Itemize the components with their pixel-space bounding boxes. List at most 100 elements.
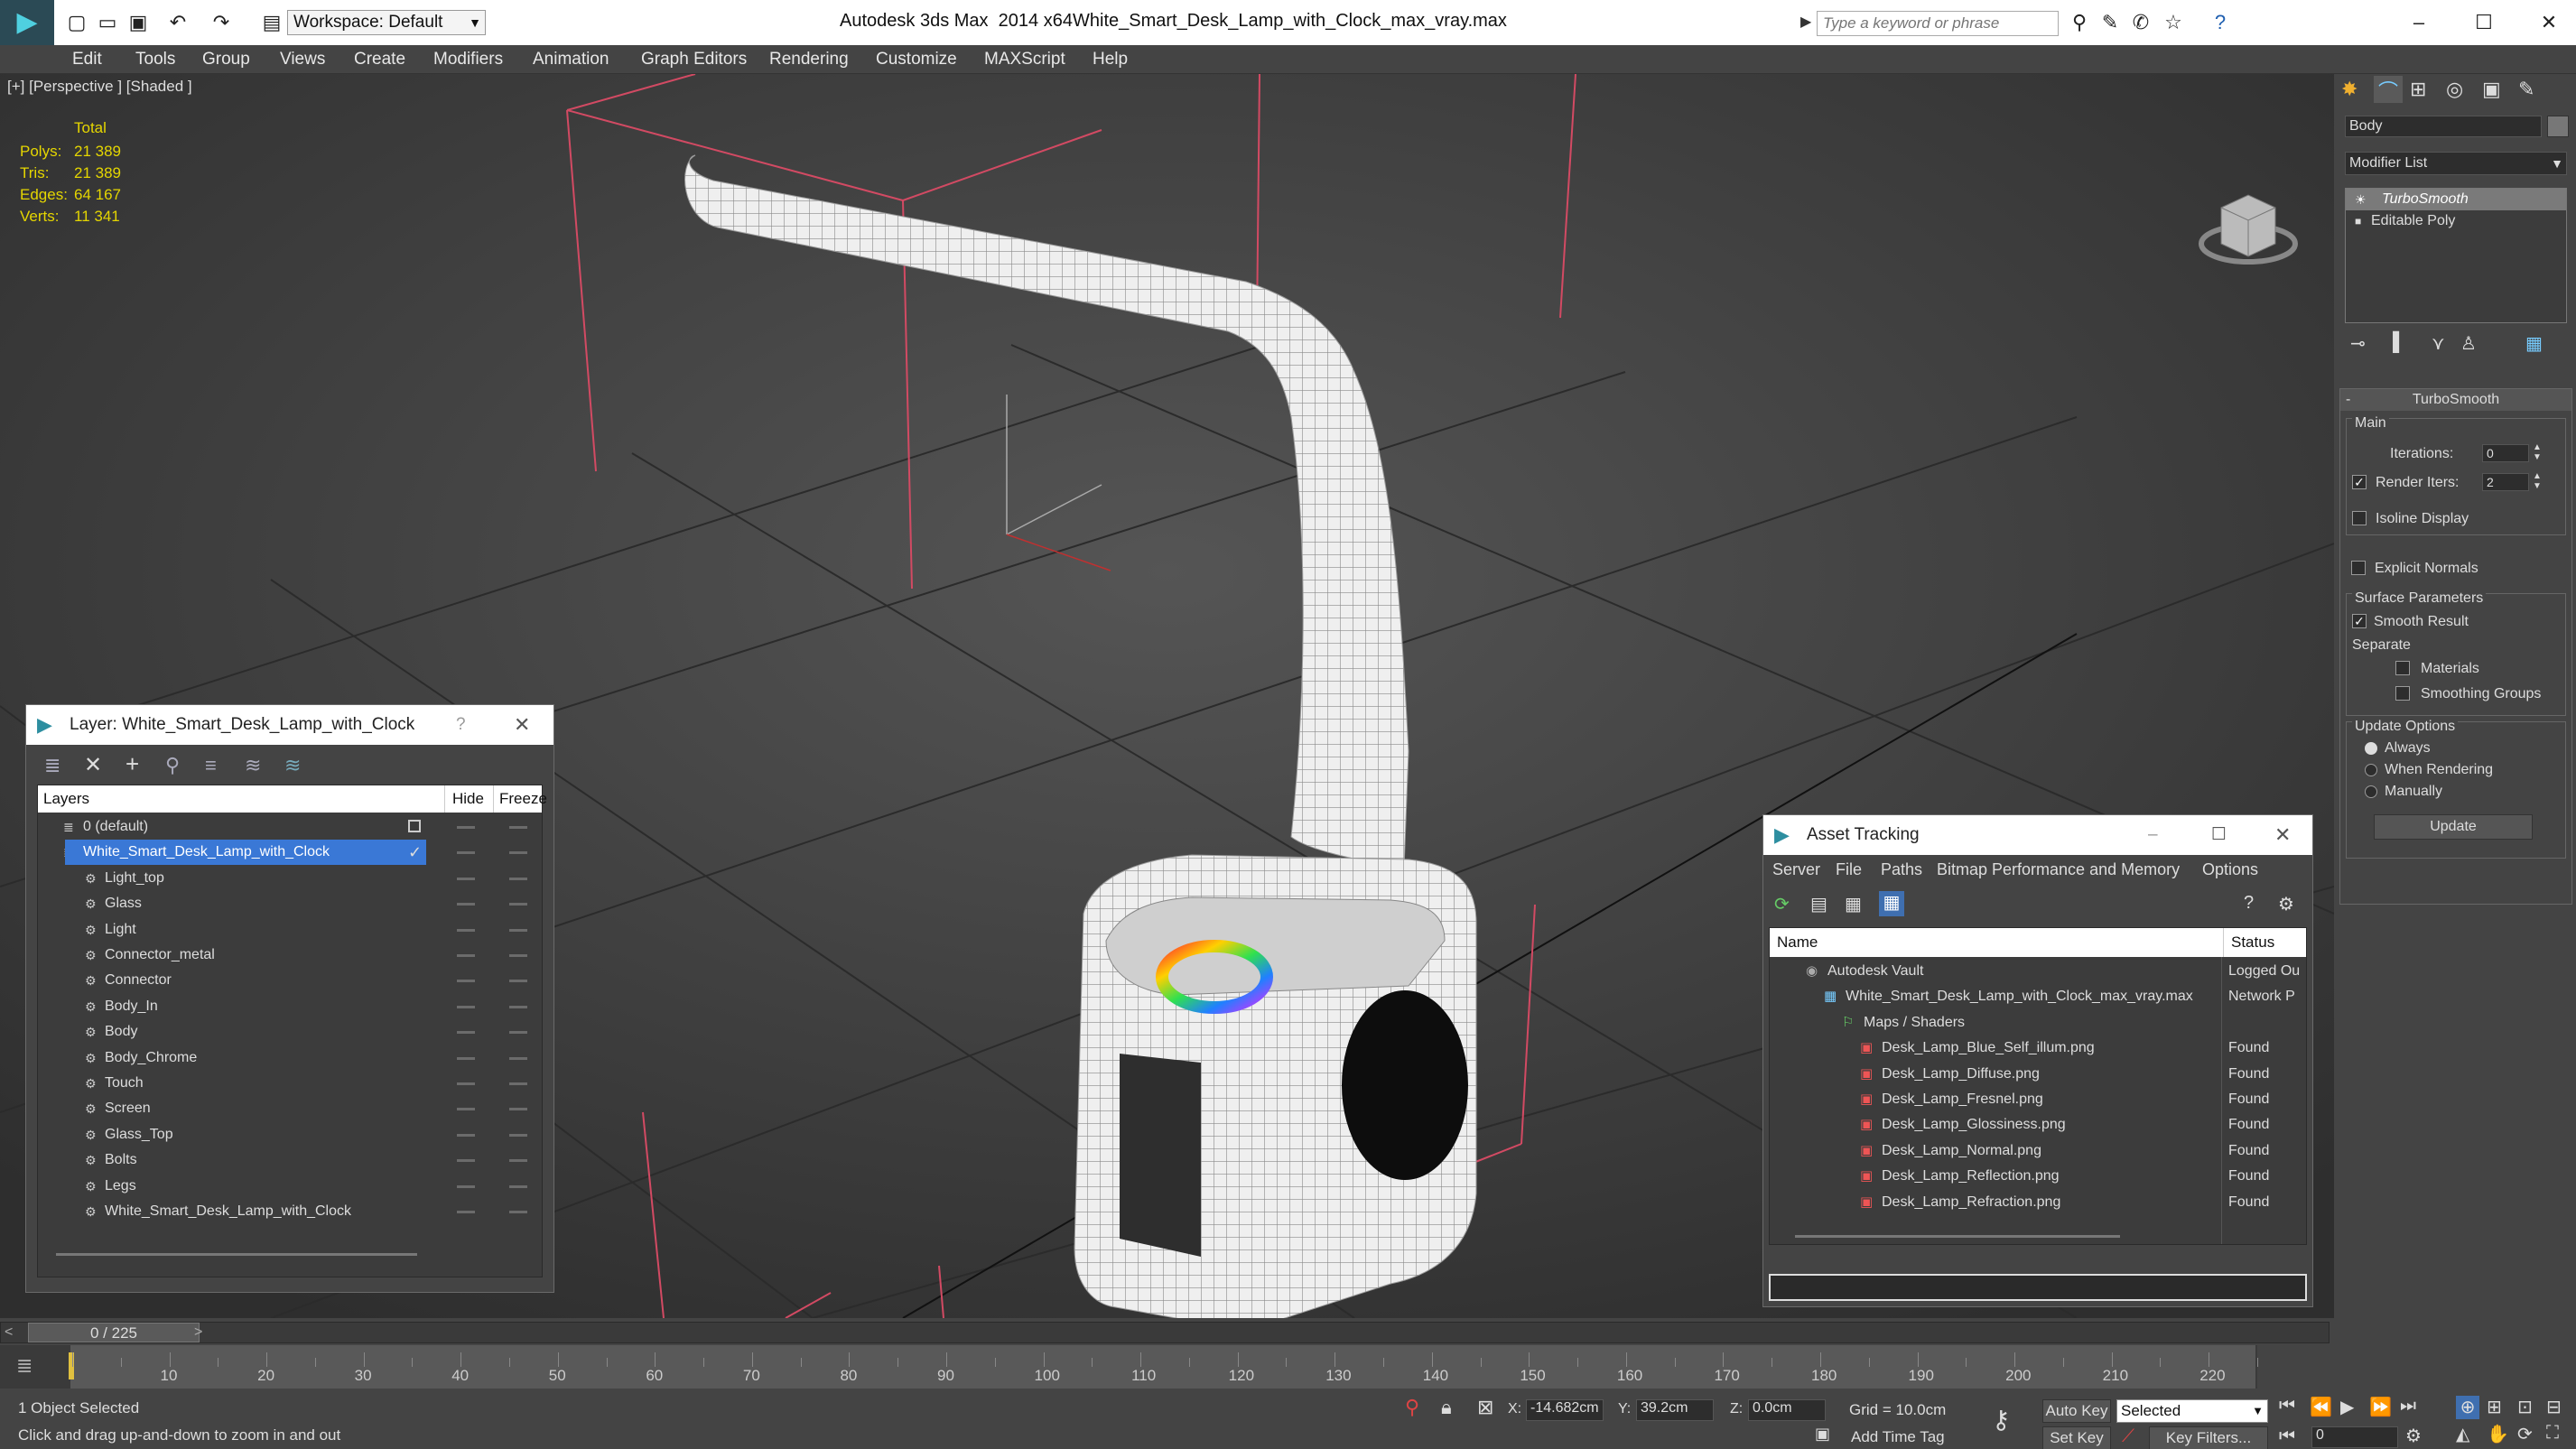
rollout-header[interactable]: - TurboSmooth bbox=[2340, 389, 2571, 411]
menu-customize[interactable]: Customize bbox=[870, 45, 963, 74]
communication-icon[interactable]: ✆ bbox=[2129, 11, 2153, 34]
menu-views[interactable]: Views bbox=[274, 45, 330, 74]
stack-item-turbosmooth[interactable]: ☀ TurboSmooth bbox=[2346, 189, 2566, 210]
binoculars-icon[interactable]: ⚲ bbox=[2068, 11, 2091, 34]
asset-dialog-titlebar[interactable]: ▶ Asset Tracking – ☐ ✕ bbox=[1763, 815, 2312, 855]
layer-row[interactable]: ⚙ Glass_Top bbox=[38, 1122, 542, 1147]
refresh-icon[interactable]: ⟳ bbox=[1774, 893, 1790, 915]
asset-menu-file[interactable]: File bbox=[1836, 855, 1862, 884]
asset-row[interactable]: ▣ Desk_Lamp_Fresnel.png Found bbox=[1770, 1087, 2306, 1112]
freeze-toggle[interactable] bbox=[509, 1031, 527, 1035]
modifier-list-dropdown[interactable]: Modifier List ▼ bbox=[2345, 152, 2567, 175]
app-logo[interactable]: ▶ bbox=[0, 0, 54, 45]
col-hide[interactable]: Hide bbox=[444, 785, 484, 813]
hide-toggle[interactable] bbox=[457, 1056, 475, 1060]
asset-menu-options[interactable]: Options bbox=[2202, 855, 2258, 884]
update-button[interactable]: Update bbox=[2374, 814, 2533, 840]
materials-checkbox[interactable] bbox=[2395, 661, 2410, 675]
orbit-icon[interactable]: ⟳ bbox=[2517, 1423, 2533, 1445]
pin-stack-icon[interactable]: ⊸ bbox=[2350, 332, 2366, 355]
new-file-icon[interactable]: ▢ bbox=[65, 11, 88, 34]
y-coordinate-field[interactable]: 39.2cm bbox=[1636, 1399, 1714, 1421]
hide-toggle[interactable] bbox=[457, 980, 475, 983]
asset-close-icon[interactable]: ✕ bbox=[2274, 815, 2291, 855]
zoom-extents-all-icon[interactable]: ⊟ bbox=[2546, 1396, 2562, 1418]
freeze-toggle[interactable] bbox=[509, 1184, 527, 1188]
hide-toggle[interactable] bbox=[457, 1082, 475, 1085]
freeze-all-icon[interactable]: ≋ bbox=[284, 754, 301, 777]
layer-hscrollbar[interactable] bbox=[56, 1253, 417, 1256]
freeze-toggle[interactable] bbox=[509, 1159, 527, 1163]
menu-maxscript[interactable]: MAXScript bbox=[979, 45, 1071, 74]
hide-toggle[interactable] bbox=[457, 1005, 475, 1008]
hide-toggle[interactable] bbox=[457, 826, 475, 829]
hide-toggle[interactable] bbox=[457, 1108, 475, 1111]
search-input[interactable] bbox=[1817, 11, 2059, 36]
motion-tab-icon[interactable]: ◎ bbox=[2446, 78, 2463, 101]
field-of-view-icon[interactable]: ◭ bbox=[2456, 1423, 2469, 1445]
menu-group[interactable]: Group bbox=[197, 45, 256, 74]
freeze-toggle[interactable] bbox=[509, 980, 527, 983]
hide-toggle[interactable] bbox=[457, 1031, 475, 1035]
layer-row[interactable]: ⚙ Connector_metal bbox=[38, 943, 542, 968]
asset-menu-paths[interactable]: Paths bbox=[1881, 855, 1922, 884]
hide-toggle[interactable] bbox=[457, 1133, 475, 1137]
asset-maximize-icon[interactable]: ☐ bbox=[2211, 815, 2227, 855]
freeze-toggle[interactable] bbox=[509, 954, 527, 957]
project-folder-icon[interactable]: ▤ bbox=[260, 11, 284, 34]
asset-path-field[interactable] bbox=[1769, 1274, 2307, 1301]
asset-settings-icon[interactable]: ⚙ bbox=[2278, 893, 2294, 915]
asset-row[interactable]: ▣ Desk_Lamp_Glossiness.png Found bbox=[1770, 1112, 2306, 1138]
layer-row[interactable]: ⚙ Connector bbox=[38, 968, 542, 993]
highlight-layer-icon[interactable]: ≡ bbox=[205, 754, 217, 777]
asset-row[interactable]: ▣ Desk_Lamp_Blue_Self_illum.png Found bbox=[1770, 1036, 2306, 1061]
table-view-icon[interactable]: ▦ bbox=[1879, 891, 1904, 916]
asset-row[interactable]: ▣ Desk_Lamp_Diffuse.png Found bbox=[1770, 1062, 2306, 1087]
auto-key-button[interactable]: Auto Key bbox=[2042, 1399, 2111, 1423]
key-mode-icon[interactable]: ⏮ bbox=[2279, 1426, 2295, 1447]
next-frame-icon[interactable]: ⏩ bbox=[2369, 1396, 2392, 1418]
asset-row[interactable]: ▣ Desk_Lamp_Normal.png Found bbox=[1770, 1138, 2306, 1164]
object-name-field[interactable] bbox=[2345, 116, 2542, 137]
smoothing-groups-checkbox[interactable] bbox=[2395, 686, 2410, 701]
remove-modifier-icon[interactable]: ♙ bbox=[2460, 332, 2477, 355]
go-to-end-icon[interactable]: ⏭ bbox=[2400, 1396, 2416, 1416]
hide-all-icon[interactable]: ≋ bbox=[245, 754, 261, 777]
menu-animation[interactable]: Animation bbox=[527, 45, 615, 74]
menu-graph-editors[interactable]: Graph Editors bbox=[636, 45, 752, 74]
asset-minimize-icon[interactable]: – bbox=[2148, 815, 2158, 855]
layer-row[interactable]: ⚙ Body_Chrome bbox=[38, 1045, 542, 1071]
menu-modifiers[interactable]: Modifiers bbox=[428, 45, 508, 74]
create-layer-icon[interactable]: ≣ bbox=[44, 754, 60, 777]
asset-row[interactable]: ▦ White_Smart_Desk_Lamp_with_Clock_max_vr… bbox=[1770, 984, 2306, 1009]
hide-toggle[interactable] bbox=[457, 851, 475, 855]
freeze-toggle[interactable] bbox=[509, 1133, 527, 1137]
viewport-label[interactable]: [+] [Perspective ] [Shaded ] bbox=[7, 78, 192, 96]
layer-row[interactable]: ⚙ Glass bbox=[38, 891, 542, 916]
smooth-result-checkbox[interactable]: ✓ bbox=[2352, 614, 2367, 628]
hide-toggle[interactable] bbox=[457, 954, 475, 957]
layer-checkbox[interactable] bbox=[408, 820, 421, 832]
layer-row[interactable]: ⚙ Body_In bbox=[38, 994, 542, 1019]
layer-row[interactable]: ≣White_Smart_Desk_Lamp_with_Clock✓ bbox=[38, 840, 542, 866]
zoom-all-icon[interactable]: ⊞ bbox=[2487, 1396, 2502, 1418]
freeze-toggle[interactable] bbox=[509, 1108, 527, 1111]
time-slider-thumb[interactable]: 0 / 225 bbox=[28, 1323, 200, 1342]
list-view-icon[interactable]: ▤ bbox=[1810, 893, 1827, 915]
render-iters-checkbox[interactable]: ✓ bbox=[2352, 475, 2367, 489]
asset-row[interactable]: ◉ Autodesk Vault Logged Ou bbox=[1770, 959, 2306, 984]
time-slider[interactable]: < 0 / 225 > bbox=[0, 1322, 2330, 1343]
freeze-toggle[interactable] bbox=[509, 826, 527, 829]
when-rendering-radio[interactable] bbox=[2365, 764, 2377, 776]
iterations-spinner[interactable]: 0 bbox=[2482, 444, 2529, 462]
hide-toggle[interactable] bbox=[457, 928, 475, 932]
key-filters-button[interactable]: Key Filters... bbox=[2149, 1426, 2268, 1449]
layer-row[interactable]: ≣ 0 (default) bbox=[38, 814, 542, 840]
stack-item-editable-poly[interactable]: ■ Editable Poly bbox=[2346, 210, 2566, 232]
help-icon[interactable]: ? bbox=[2209, 11, 2232, 34]
modify-tab-icon[interactable]: ⌒ bbox=[2374, 76, 2403, 103]
freeze-toggle[interactable] bbox=[509, 1211, 527, 1213]
menu-tools[interactable]: Tools bbox=[130, 45, 181, 74]
z-coordinate-field[interactable]: 0.0cm bbox=[1748, 1399, 1826, 1421]
subscription-icon[interactable]: ✎ bbox=[2098, 11, 2122, 34]
